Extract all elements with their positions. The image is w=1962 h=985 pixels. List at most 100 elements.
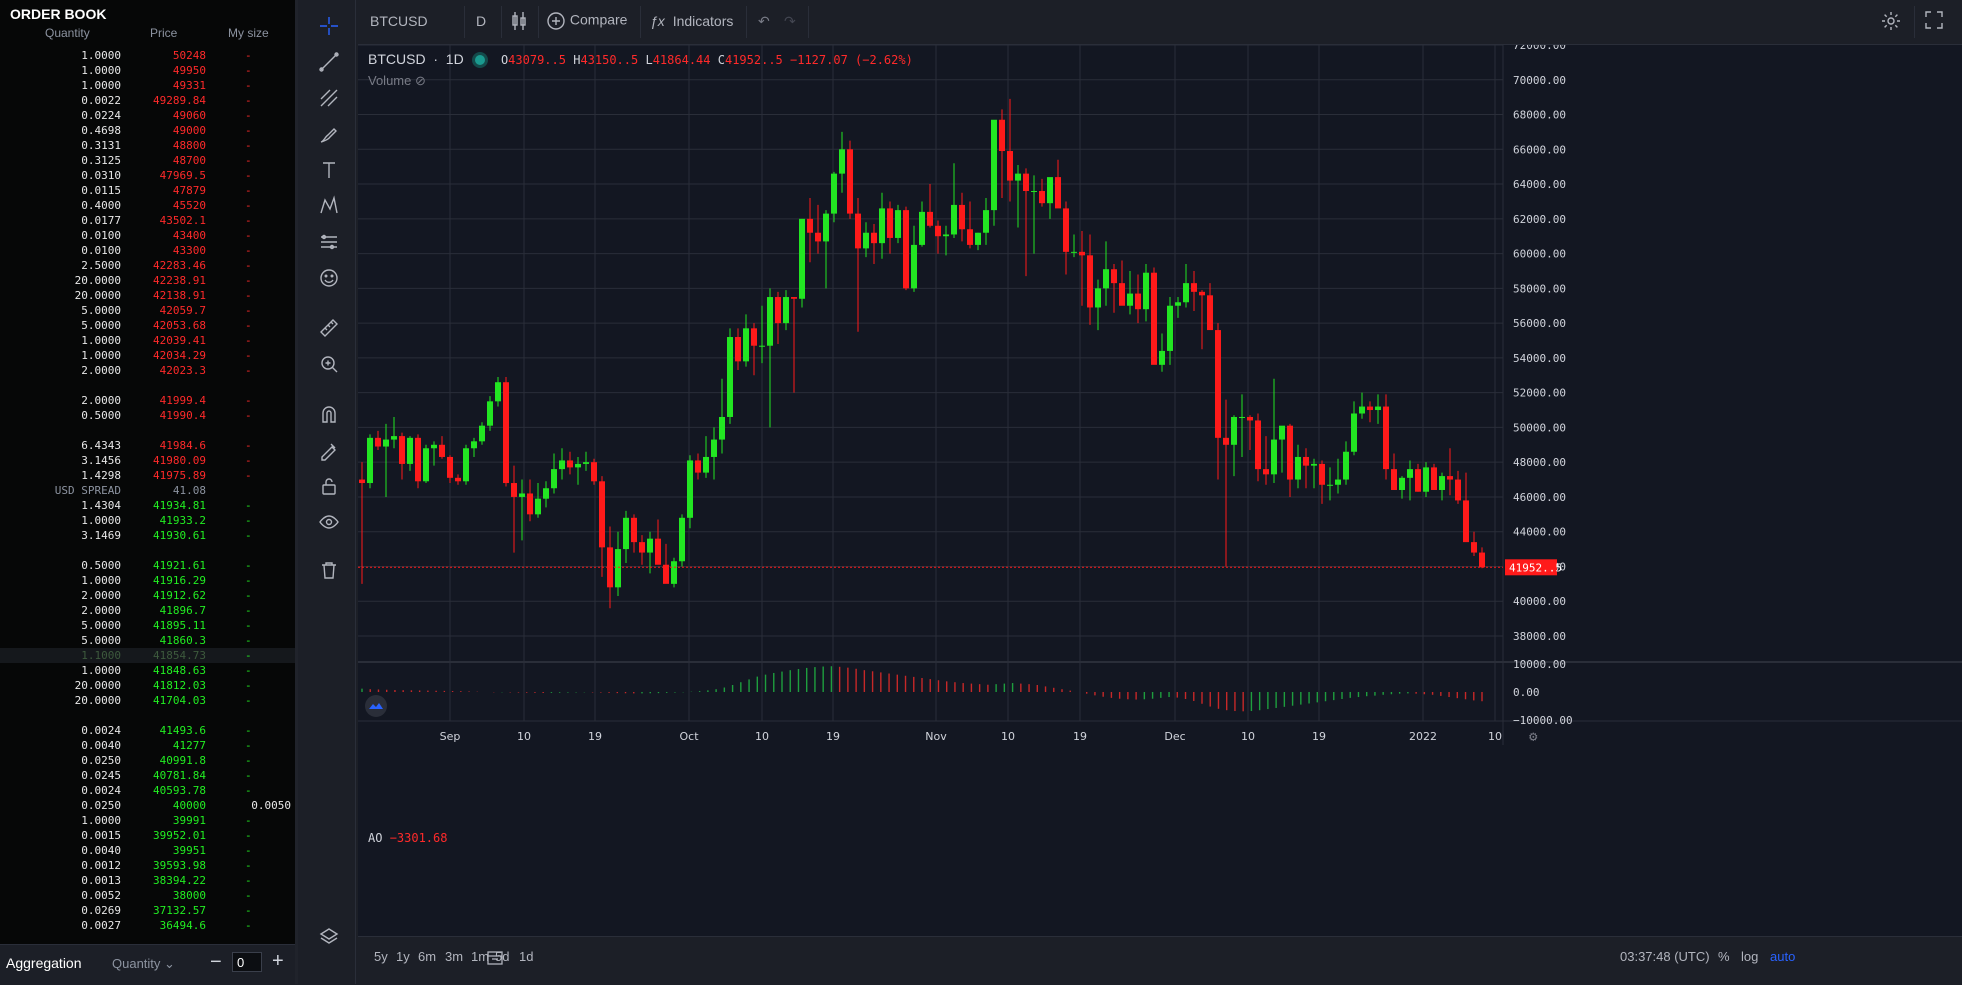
price-chart[interactable]: 72000.00 70000.00 68000.00 66000.00 64000.00…	[358, 45, 1962, 936]
bid-row[interactable]: 0.0250 40000 0.0050	[0, 798, 295, 813]
ask-row[interactable]: 3.1456 41980.09 -	[0, 453, 295, 468]
text-icon[interactable]	[315, 156, 343, 184]
bid-row[interactable]: 5.0000 41895.11 -	[0, 618, 295, 633]
emoji-icon[interactable]	[315, 264, 343, 292]
ask-row[interactable]: 0.0115 47879 -	[0, 183, 295, 198]
ask-row[interactable]: 0.5000 41990.4 -	[0, 408, 295, 423]
ask-row[interactable]: 1.0000 42039.41 -	[0, 333, 295, 348]
bid-row[interactable]: 0.0250 40991.8 -	[0, 753, 295, 768]
ask-row[interactable]: 0.0224 49060 -	[0, 108, 295, 123]
ask-row[interactable]: 1.0000 49950 -	[0, 63, 295, 78]
bid-row[interactable]: 0.0013 38394.22 -	[0, 873, 295, 888]
bid-row[interactable]: 0.0040 41277 -	[0, 738, 295, 753]
bid-row[interactable]: 1.4304 41934.81 -	[0, 498, 295, 513]
volume-label[interactable]: Volume ⊘	[368, 73, 426, 89]
ask-row[interactable]: 0.0022 49289.84 -	[0, 93, 295, 108]
interval-button[interactable]: D	[476, 13, 486, 29]
bid-row[interactable]: 0.0040 39951 -	[0, 843, 295, 858]
eye-icon[interactable]	[315, 508, 343, 536]
bid-row[interactable]: 20.0000 41704.03 -	[0, 693, 295, 708]
compare-button[interactable]: Compare	[546, 11, 627, 31]
bid-row[interactable]: 0.0024 40593.78 -	[0, 783, 295, 798]
brush-icon[interactable]	[315, 120, 343, 148]
ask-row[interactable]: 0.0310 47969.5 -	[0, 168, 295, 183]
axis-settings-icon[interactable]: ⚙	[1529, 729, 1538, 745]
fullscreen-icon[interactable]	[1924, 10, 1944, 33]
bid-row[interactable]: 0.0012 39593.98 -	[0, 858, 295, 873]
bid-row[interactable]: 2.0000 41912.62 -	[0, 588, 295, 603]
trash-icon[interactable]	[315, 556, 343, 584]
range-button-3m[interactable]: 3m	[445, 949, 463, 964]
ruler-icon[interactable]	[315, 314, 343, 342]
gear-icon[interactable]	[1880, 10, 1902, 35]
ask-row[interactable]: 2.5000 42283.46 -	[0, 258, 295, 273]
date-range-icon[interactable]	[486, 949, 504, 970]
pattern-icon[interactable]	[315, 192, 343, 220]
lock-drawing-icon[interactable]	[315, 436, 343, 464]
auto-toggle[interactable]: auto	[1770, 949, 1795, 964]
y-tick-label: 52000.00	[1513, 387, 1566, 400]
bid-row[interactable]: 0.0027 36494.6 -	[0, 918, 295, 933]
fib-icon[interactable]	[315, 84, 343, 112]
clock-time[interactable]: 03:37:48 (UTC)	[1620, 949, 1710, 964]
log-toggle[interactable]: log	[1741, 949, 1758, 964]
bid-row[interactable]: 1.0000 41848.63 -	[0, 663, 295, 678]
crosshair-icon[interactable]	[315, 12, 343, 40]
candle-style-icon[interactable]	[510, 10, 528, 35]
range-button-6m[interactable]: 6m	[418, 949, 436, 964]
ask-row[interactable]: 20.0000 42238.91 -	[0, 273, 295, 288]
bid-row[interactable]: 0.0052 38000 -	[0, 888, 295, 903]
redo-icon[interactable]: ↷	[784, 13, 796, 30]
range-button-1y[interactable]: 1y	[396, 949, 410, 964]
bid-row[interactable]: 1.0000 39991 -	[0, 813, 295, 828]
ask-row[interactable]: 0.3131 48800 -	[0, 138, 295, 153]
bid-row[interactable]: 5.0000 41860.3 -	[0, 633, 295, 648]
ask-row[interactable]: 1.0000 42034.29 -	[0, 348, 295, 363]
ask-row[interactable]: 0.4698 49000 -	[0, 123, 295, 138]
ask-row[interactable]: 1.0000 50248 -	[0, 48, 295, 63]
ask-row[interactable]: 0.0177 43502.1 -	[0, 213, 295, 228]
ask-row[interactable]: 2.0000 41999.4 -	[0, 393, 295, 408]
aggregation-select[interactable]: Quantity ⌄	[112, 956, 175, 972]
bid-row[interactable]: 20.0000 41812.03 -	[0, 678, 295, 693]
ask-row[interactable]: 20.0000 42138.91 -	[0, 288, 295, 303]
lock-icon[interactable]	[315, 472, 343, 500]
indicators-button[interactable]: ƒx Indicators	[650, 13, 733, 29]
bid-row[interactable]: 1.0000 41933.2 -	[0, 513, 295, 528]
ask-row[interactable]: 0.3125 48700 -	[0, 153, 295, 168]
magnet-icon[interactable]	[315, 400, 343, 428]
ask-row[interactable]: 1.4298 41975.89 -	[0, 468, 295, 483]
bid-row[interactable]: 0.0024 41493.6 -	[0, 723, 295, 738]
range-button-1d[interactable]: 1d	[519, 949, 533, 964]
bid-row[interactable]: 0.5000 41921.61 -	[0, 558, 295, 573]
aggregation-input[interactable]	[232, 952, 262, 972]
zoom-icon[interactable]	[315, 350, 343, 378]
layers-icon[interactable]	[315, 922, 343, 950]
ask-row[interactable]: 0.4000 45520 -	[0, 198, 295, 213]
ask-row[interactable]: 1.0000 49331 -	[0, 78, 295, 93]
symbol-search-button[interactable]: BTCUSD	[370, 13, 428, 29]
trendline-icon[interactable]	[315, 48, 343, 76]
undo-icon[interactable]: ↶	[758, 13, 770, 30]
forecast-icon[interactable]	[315, 228, 343, 256]
ask-row[interactable]: 0.0100 43400 -	[0, 228, 295, 243]
aggregation-plus-button[interactable]: +	[272, 950, 284, 973]
bid-row[interactable]: 1.1000 41854.73 -	[0, 648, 295, 663]
eye-off-icon[interactable]: ⊘	[415, 73, 426, 88]
percent-toggle[interactable]: %	[1718, 949, 1730, 964]
ask-row[interactable]: 5.0000 42059.7 -	[0, 303, 295, 318]
ask-row[interactable]: 5.0000 42053.68 -	[0, 318, 295, 333]
ask-row[interactable]: 6.4343 41984.6 -	[0, 438, 295, 453]
tradingview-logo-icon[interactable]	[365, 695, 387, 717]
range-button-5y[interactable]: 5y	[374, 949, 388, 964]
bid-row[interactable]: 0.0269 37132.57 -	[0, 903, 295, 918]
bid-row[interactable]: 2.0000 41896.7 -	[0, 603, 295, 618]
bid-row[interactable]: 3.1469 41930.61 -	[0, 528, 295, 543]
aggregation-minus-button[interactable]: −	[210, 951, 222, 974]
bid-row[interactable]: 1.0000 41916.29 -	[0, 573, 295, 588]
ask-row[interactable]: 0.0100 43300 -	[0, 243, 295, 258]
chart-area[interactable]: 72000.00 70000.00 68000.00 66000.00 64000.00…	[358, 45, 1962, 944]
ask-row[interactable]: 2.0000 42023.3 -	[0, 363, 295, 378]
bid-row[interactable]: 0.0245 40781.84 -	[0, 768, 295, 783]
bid-row[interactable]: 0.0015 39952.01 -	[0, 828, 295, 843]
